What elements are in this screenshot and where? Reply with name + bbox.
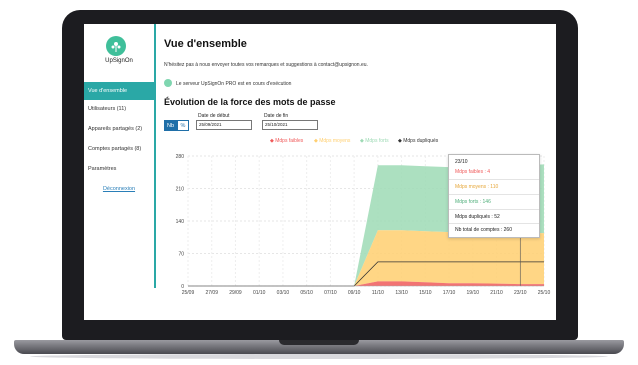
x-tick-label: 07/10 [324,290,337,296]
x-tick-label: 27/09 [205,290,218,296]
tooltip-divider [449,179,539,180]
legend-medium-label: Mdps moyens [319,138,351,144]
chart-tooltip: 23/10 Mdps faibles : 4 Mdps moyens : 110… [448,154,540,238]
x-tick-label: 17/10 [443,290,456,296]
x-tick-label: 13/10 [395,290,408,296]
y-tick-label: 70 [178,252,184,258]
x-tick-label: 15/10 [419,290,432,296]
tooltip-medium: Mdps moyens : 110 [455,184,499,190]
legend-strong[interactable]: ◆ Mdps forts [360,138,389,144]
tooltip-weak: Mdps faibles : 4 [455,169,491,175]
sidebar-item-settings[interactable]: Paramètres [84,166,154,172]
tooltip-total: Nb total de comptes : 260 [455,227,512,233]
y-tick-label: 210 [176,187,185,193]
x-tick-label: 11/10 [372,290,384,296]
legend-weak-label: Mdps faibles [275,138,304,144]
sidebar: UpSignOn Vue d'ensemble Utilisateurs (11… [84,24,156,288]
x-tick-label: 09/10 [348,290,361,296]
tooltip-date: 23/10 [455,159,468,165]
app-name: UpSignOn [105,58,133,64]
toggle-count-button[interactable]: Nb [164,120,177,131]
tooltip-divider [449,194,539,195]
tooltip-divider [449,223,539,224]
x-tick-label: 03/10 [277,290,290,296]
legend-duplicated-label: Mdps dupliqués [403,138,439,144]
main-content: Vue d'ensemble N'hésitez pas à nous envo… [162,24,552,296]
legend-medium[interactable]: ◆ Mdps moyens [314,138,350,144]
tooltip-duplicated: Mdps dupliqués : 52 [455,214,500,220]
x-tick-label: 19/10 [467,290,480,296]
legend-weak[interactable]: ◆ Mdps faibles [270,138,303,144]
tooltip-divider [449,209,539,210]
start-date-label: Date de début [198,113,230,119]
y-tick-label: 140 [176,219,185,225]
server-status-icon [164,79,172,87]
toggle-percent-button[interactable]: % [177,120,189,131]
x-tick-label: 05/10 [300,290,313,296]
chart-section-title: Évolution de la force des mots de passe [164,97,336,107]
app-logo-icon [106,36,126,56]
sidebar-item-shared-accounts[interactable]: Comptes partagés (8) [84,146,154,152]
legend-duplicated[interactable]: ◆ Mdps dupliqués [398,138,438,144]
sidebar-item-overview[interactable]: Vue d'ensemble [84,82,154,100]
laptop-notch [279,340,359,345]
x-tick-label: 21/10 [490,290,503,296]
end-date-label: Date de fin [264,113,289,119]
logout-link[interactable]: Déconnexion [84,186,154,192]
x-tick-label: 25/10 [538,290,551,296]
x-tick-label: 01/10 [253,290,266,296]
sidebar-item-shared-devices[interactable]: Appareils partagés (2) [84,126,154,132]
x-tick-label: 29/09 [229,290,242,296]
laptop-shadow [30,354,608,359]
y-tick-label: 280 [176,154,185,160]
page-title: Vue d'ensemble [164,38,247,50]
legend-strong-label: Mdps forts [365,138,389,144]
x-tick-label: 25/09 [182,290,195,296]
app-screen: UpSignOn Vue d'ensemble Utilisateurs (11… [84,24,556,320]
start-date-input[interactable]: 25/09/2021 [196,120,252,130]
contact-text: N'hésitez pas à nous envoyer toutes vos … [164,62,368,68]
server-status-text: Le serveur UpSignOn PRO est en cours d'e… [176,81,292,87]
tooltip-strong: Mdps forts : 146 [455,199,491,205]
sidebar-item-users[interactable]: Utilisateurs (11) [84,106,154,112]
end-date-input[interactable]: 25/10/2021 [262,120,318,130]
x-tick-label: 23/10 [514,290,527,296]
